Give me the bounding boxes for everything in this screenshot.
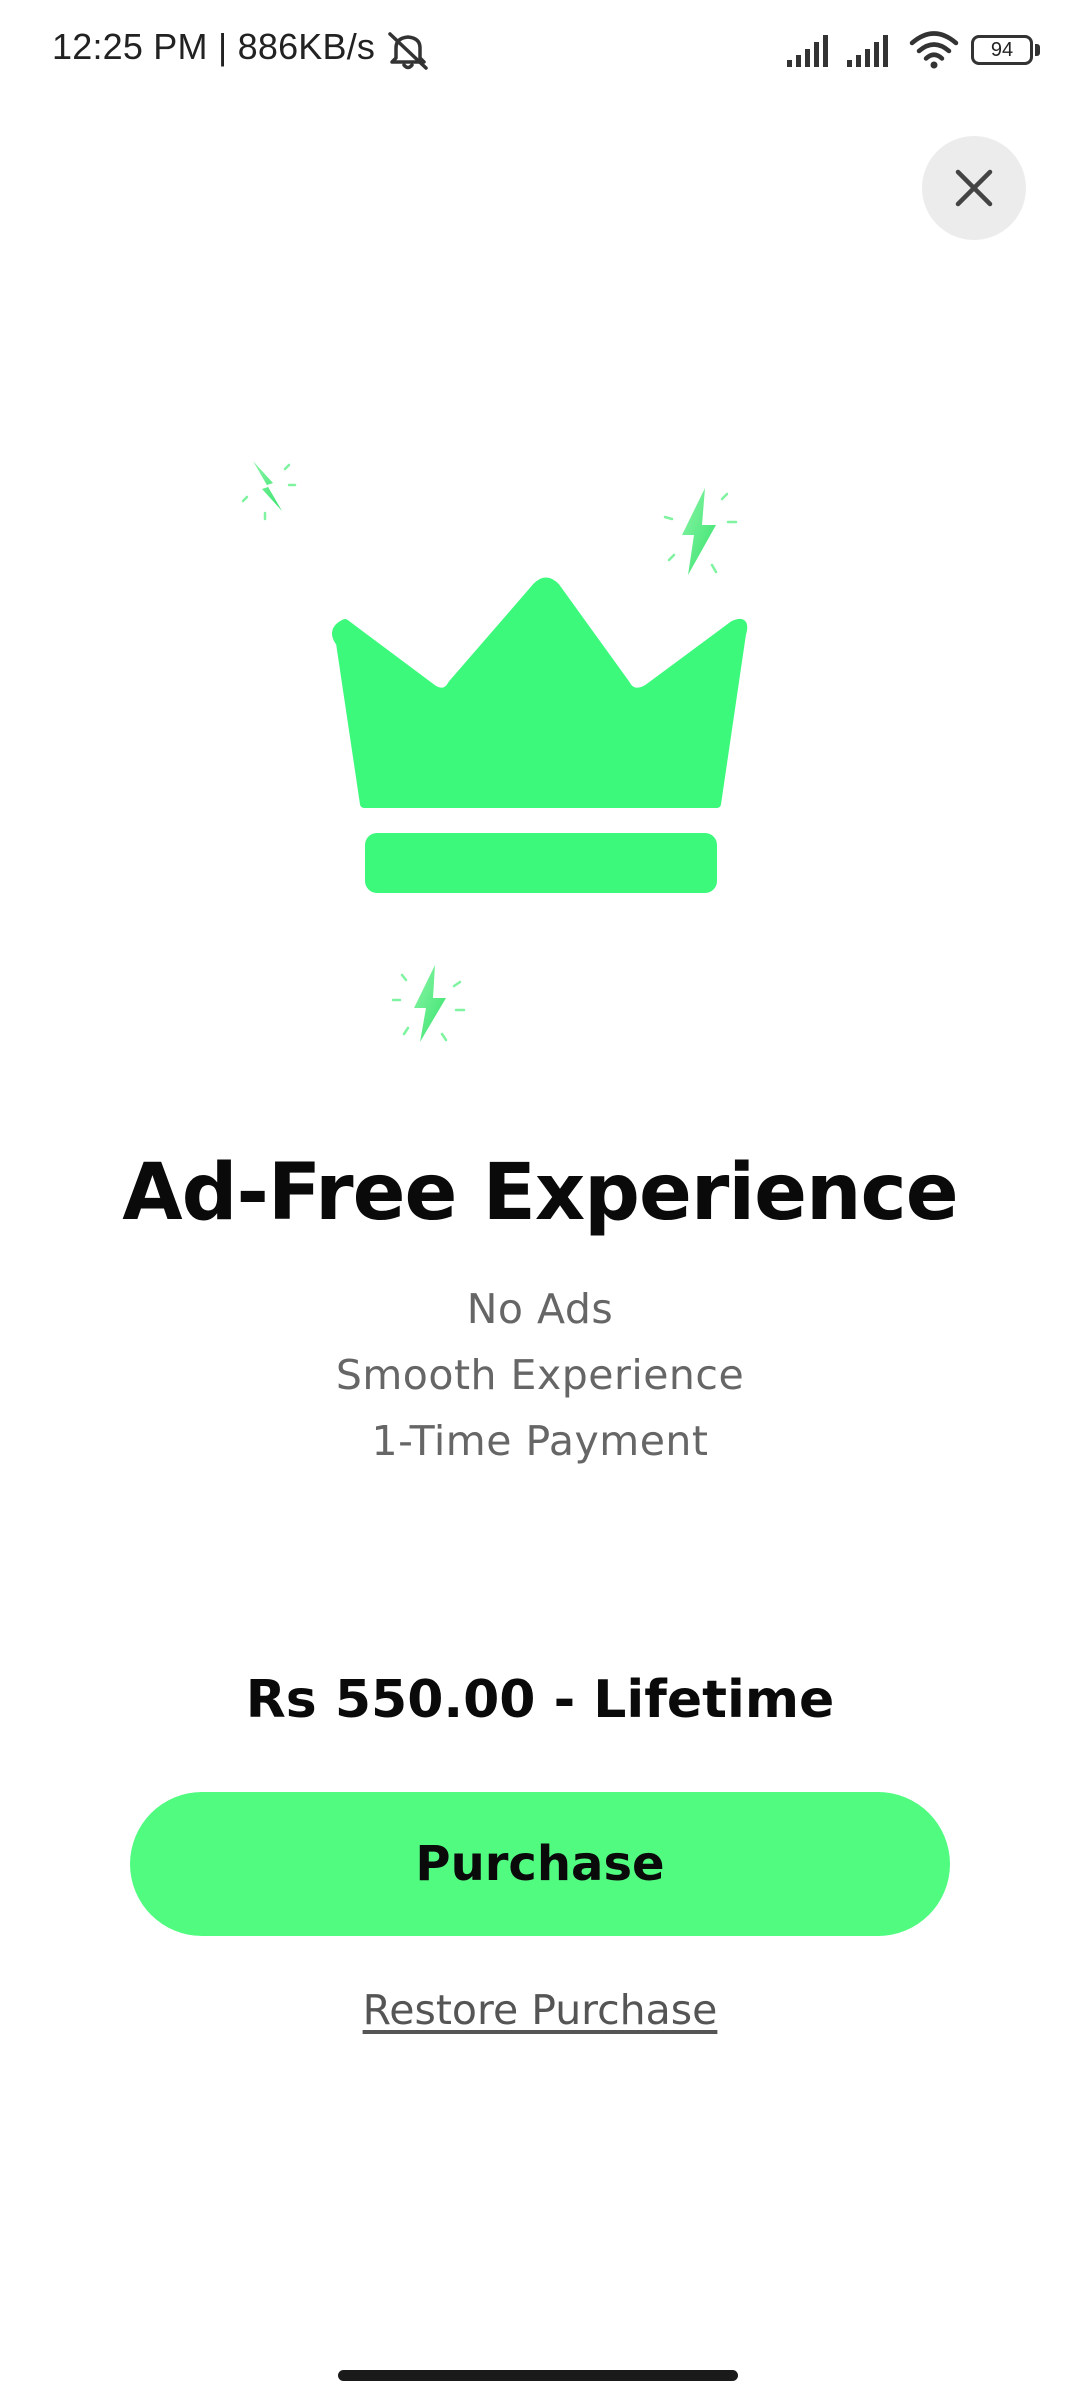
battery-tip: [1035, 44, 1040, 56]
battery-icon: 94: [971, 35, 1033, 65]
restore-purchase-link[interactable]: Restore Purchase: [0, 1986, 1080, 2034]
page-title: Ad-Free Experience: [122, 1148, 958, 1238]
close-button[interactable]: [922, 136, 1026, 240]
premium-illustration: [241, 461, 748, 1042]
battery-level: 94: [990, 38, 1014, 61]
feature-item: No Ads: [466, 1285, 614, 1333]
close-icon: [955, 169, 993, 207]
signal-icon: [847, 35, 888, 67]
purchase-button[interactable]: Purchase: [130, 1792, 950, 1936]
feature-item: 1-Time Payment: [371, 1417, 709, 1465]
crown-icon: [332, 577, 748, 893]
status-icons: 94: [785, 30, 1040, 70]
home-indicator[interactable]: [338, 2370, 738, 2381]
lightning-icon: [663, 488, 738, 575]
signal-icon: [787, 35, 828, 67]
lightning-icon: [391, 965, 466, 1042]
price-label: Rs 550.00 - Lifetime: [245, 1670, 835, 1730]
lightning-icon: [241, 461, 297, 521]
status-bar: 12:25 PM | 886KB/s 94: [0, 0, 1080, 100]
dnd-off-icon: [388, 32, 428, 70]
feature-list: No Ads Smooth Experience 1-Time Payment: [0, 1276, 1080, 1474]
feature-item: Smooth Experience: [335, 1351, 745, 1399]
status-time: 12:25 PM | 886KB/s: [52, 26, 376, 67]
wifi-icon: [909, 31, 959, 69]
